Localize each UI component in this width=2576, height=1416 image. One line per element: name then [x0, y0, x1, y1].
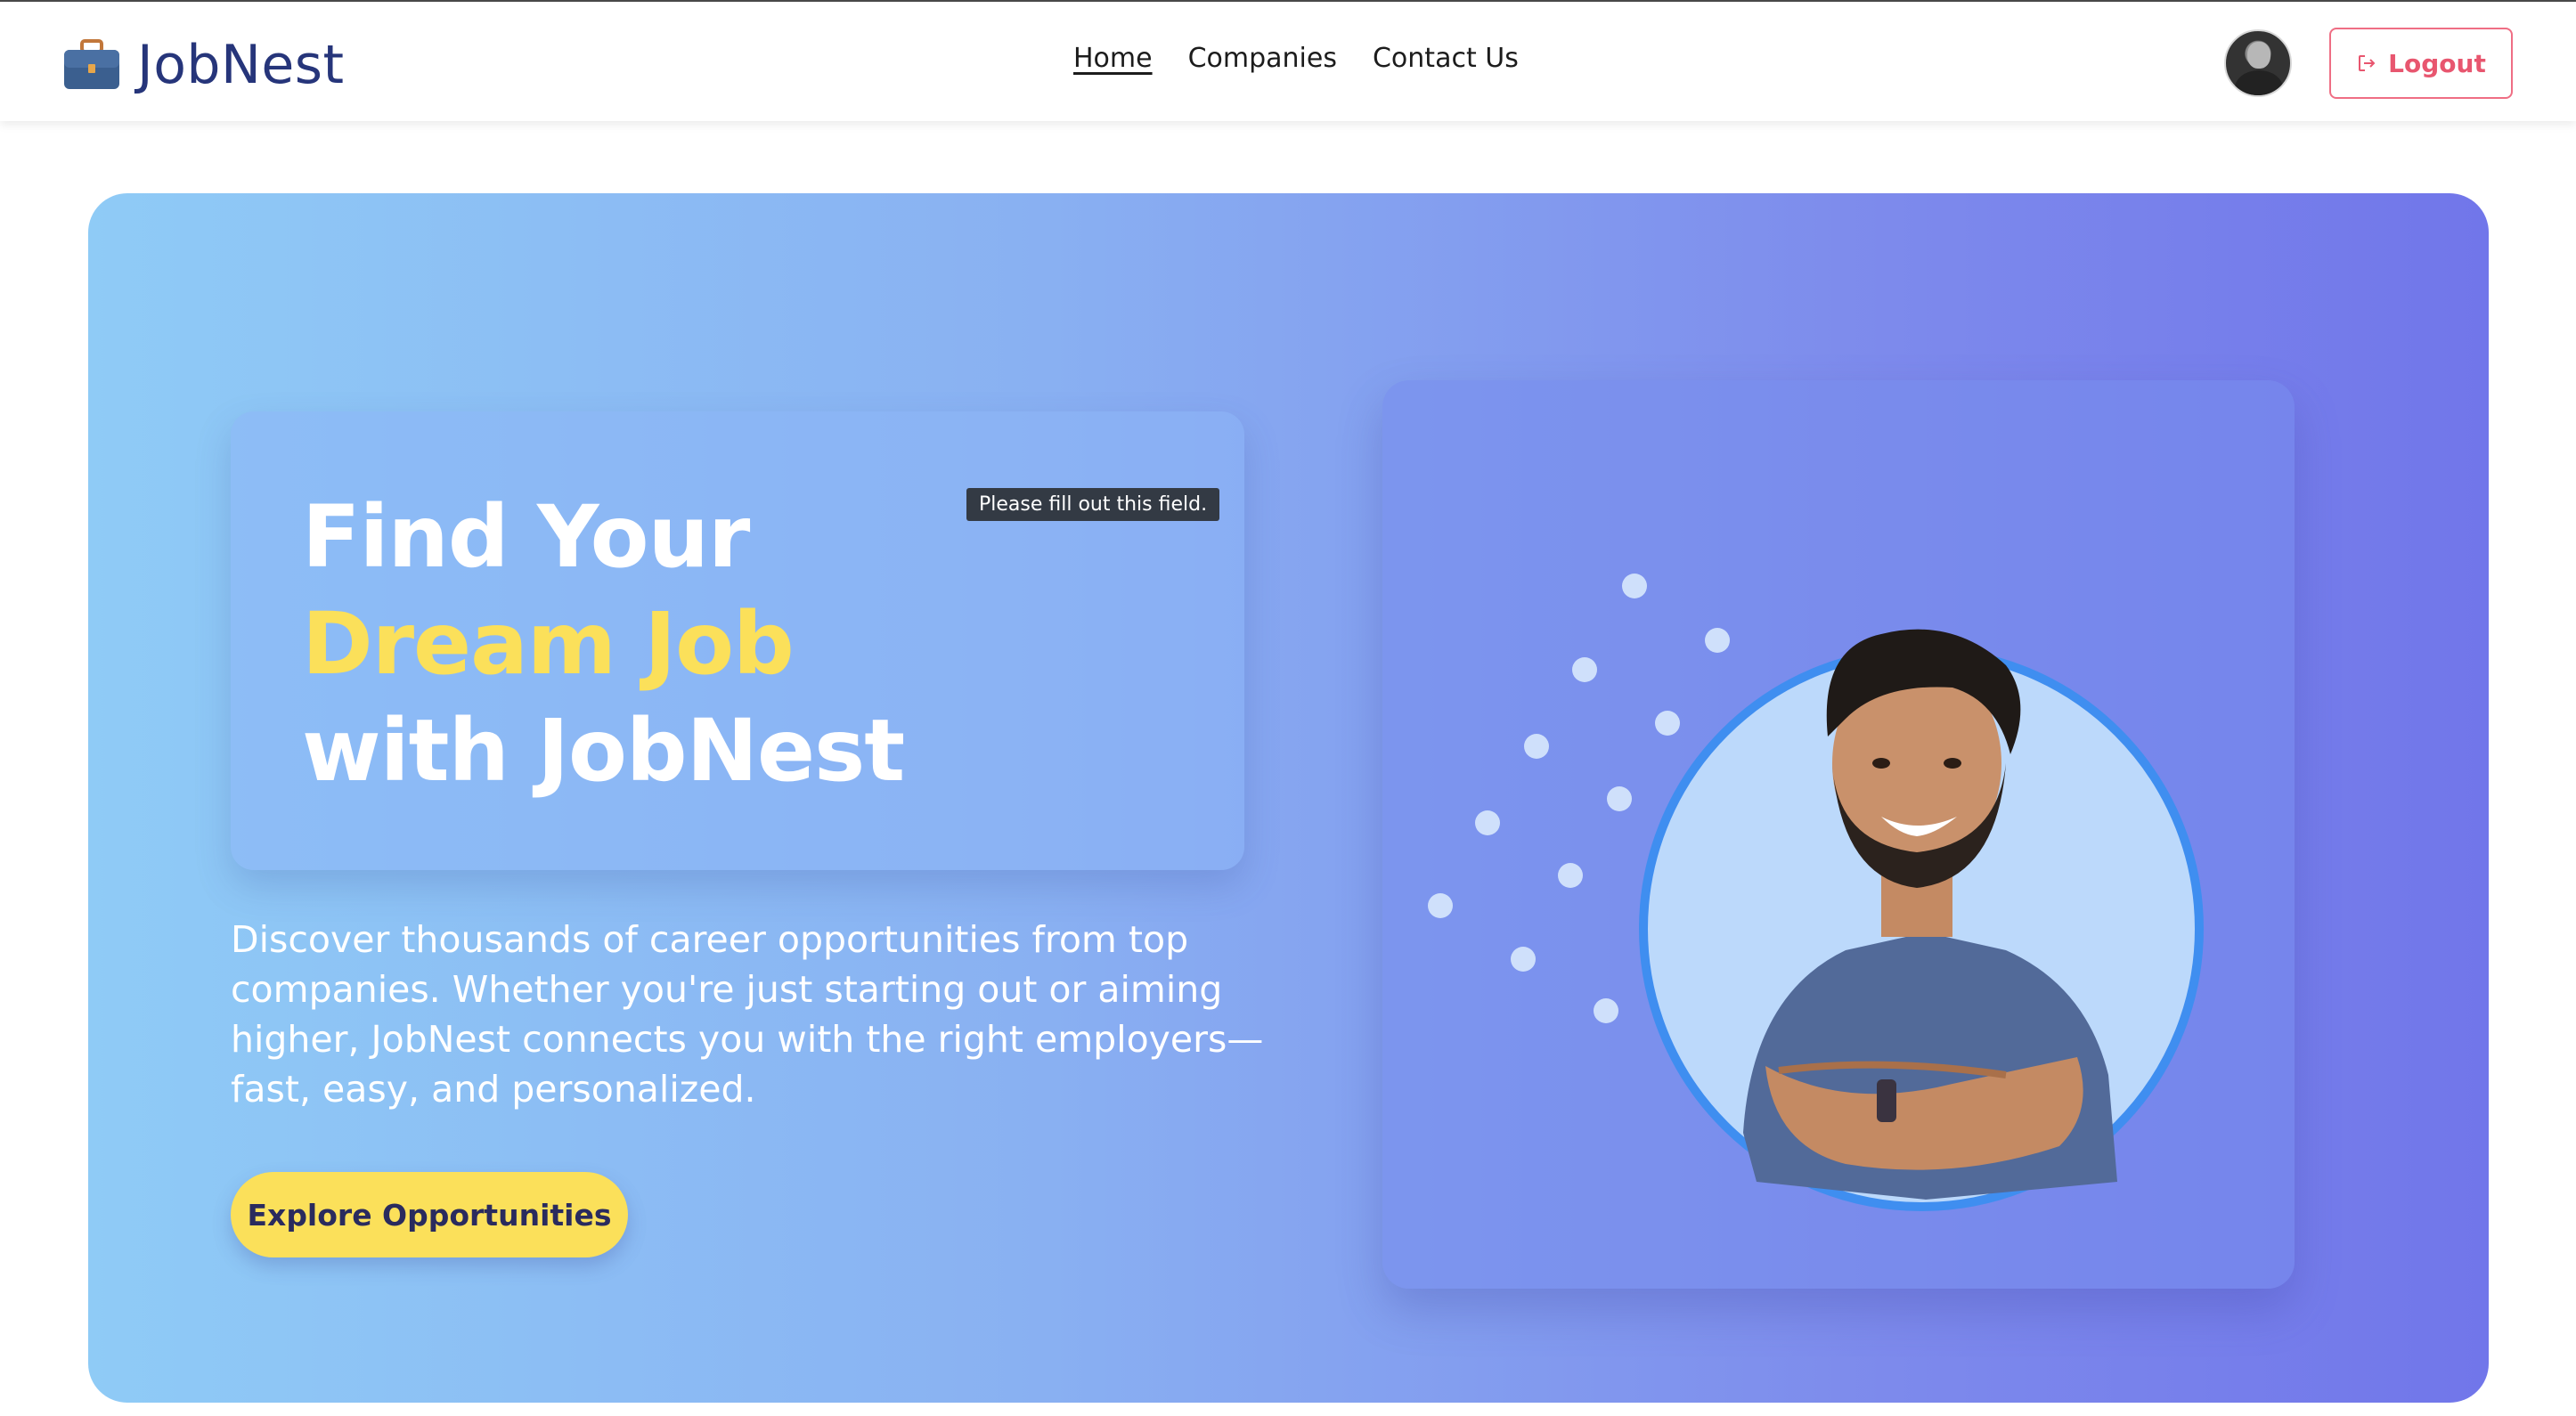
avatar-body: [2235, 70, 2283, 95]
explore-opportunities-button[interactable]: Explore Opportunities: [231, 1172, 628, 1257]
hero-description: Discover thousands of career opportuniti…: [231, 918, 1264, 1111]
user-avatar[interactable]: [2224, 29, 2292, 97]
main-nav: Home Companies Contact Us: [1073, 43, 1519, 74]
hero-title-card: Find Your Dream Job with JobNest: [231, 411, 1244, 870]
logout-icon: [2359, 55, 2376, 71]
brand-name: JobNest: [137, 34, 345, 96]
hero-title-line-3: with JobNest: [302, 701, 905, 801]
hero-section: Find Your Dream Job with JobNest Please …: [88, 193, 2489, 1403]
hero-title-line-2: Dream Job: [302, 594, 795, 694]
validation-tooltip: Please fill out this field.: [966, 488, 1220, 521]
logout-button[interactable]: Logout: [2329, 28, 2513, 99]
nav-link-companies[interactable]: Companies: [1188, 43, 1337, 74]
briefcase-icon: [64, 39, 119, 89]
navbar: JobNest Home Companies Contact Us Logout: [0, 2, 2576, 121]
hero-illustration: [1428, 574, 2204, 1211]
hero-title-line-1: Find Your: [302, 487, 750, 587]
nav-link-home[interactable]: Home: [1073, 43, 1153, 74]
hero-image-card: [1382, 380, 2295, 1289]
nav-link-contact-us[interactable]: Contact Us: [1373, 43, 1519, 74]
logout-label: Logout: [2388, 48, 2486, 78]
brand-logo[interactable]: JobNest: [62, 34, 345, 96]
avatar-head: [2247, 42, 2270, 69]
